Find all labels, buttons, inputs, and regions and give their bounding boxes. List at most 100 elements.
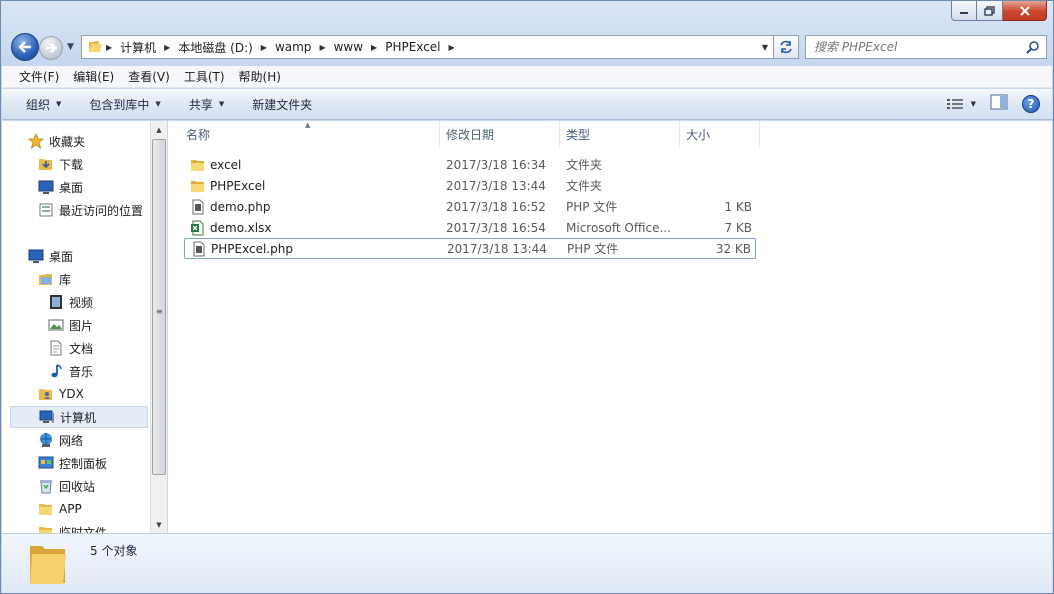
scroll-down-button[interactable]: ▼ [151,516,167,533]
close-button[interactable] [1003,1,1047,21]
breadcrumb-computer[interactable]: 计算机 [114,36,162,58]
recent-places-icon [38,202,54,218]
file-row-focused[interactable]: PHPExcel.php 2017/3/18 13:44 PHP 文件 32 K… [184,238,756,259]
view-controls: ▼ ? [946,94,1040,113]
minimize-button[interactable] [951,1,977,21]
new-folder-button[interactable]: 新建文件夹 [242,96,322,113]
nav-library-label: 库 [59,272,72,287]
file-row[interactable]: excel 2017/3/18 16:34 文件夹 [184,154,756,175]
file-name: demo.php [210,199,271,214]
include-in-library-button[interactable]: 包含到库中 ▼ [79,96,170,113]
nav-recycle-bin[interactable]: 回收站 [38,475,95,497]
scroll-up-button[interactable]: ▲ [151,121,167,138]
desktop-icon [28,248,44,264]
search-input[interactable] [814,40,1019,54]
breadcrumb-phpexcel[interactable]: PHPExcel [379,36,446,58]
menu-edit[interactable]: 编辑(E) [66,68,121,85]
nav-music-label: 音乐 [69,364,94,379]
caption-buttons [951,1,1047,21]
file-name-cell: PHPExcel [190,178,265,194]
nav-ydx[interactable]: YDX [38,383,84,405]
nav-documents[interactable]: 文档 [48,337,93,359]
refresh-button[interactable] [773,35,799,59]
details-pane: 5 个对象 [2,533,1052,593]
breadcrumb-drive-d[interactable]: 本地磁盘 (D:) [172,36,258,58]
column-size[interactable]: 大小 [680,121,760,147]
address-history-dropdown[interactable]: ▼ [756,36,774,58]
nav-temp-files[interactable]: 临时文件 [38,521,107,533]
column-size-label: 大小 [686,127,711,142]
breadcrumb-separator[interactable]: ▶ [317,43,327,52]
nav-app[interactable]: APP [38,498,82,520]
nav-control-panel[interactable]: 控制面板 [38,452,107,474]
breadcrumb-www[interactable]: www [328,36,369,58]
nav-favorites[interactable]: 收藏夹 [28,130,85,152]
address-row: ▼ ▶ 计算机 ▶ 本地磁盘 (D:) ▶ wamp ▶ www ▶ PHPEx… [9,32,1047,62]
file-size: 1 KB [724,199,752,214]
scroll-thumb[interactable]: ≡ [152,139,166,475]
include-in-library-label: 包含到库中 [89,97,150,112]
nav-computer[interactable]: 计算机 [10,406,148,428]
column-type-label: 类型 [566,127,591,142]
column-date-label: 修改日期 [446,127,495,142]
file-row[interactable]: demo.xlsx 2017/3/18 16:54 Microsoft Offi… [184,217,756,238]
back-button[interactable] [11,33,39,61]
nav-network-label: 网络 [59,433,84,448]
search-box[interactable] [805,35,1047,59]
breadcrumb-separator[interactable]: ▶ [447,43,457,52]
recent-pages-dropdown[interactable]: ▼ [67,42,74,52]
file-row[interactable]: PHPExcel 2017/3/18 13:44 文件夹 [184,175,756,196]
change-view-button[interactable]: ▼ [946,98,976,110]
breadcrumb-wamp[interactable]: wamp [269,36,317,58]
chevron-down-icon: ▼ [155,100,161,108]
nav-library[interactable]: 库 [38,268,71,290]
nav-recycle-bin-label: 回收站 [59,479,96,494]
nav-pictures[interactable]: 图片 [48,314,93,336]
share-button[interactable]: 共享 ▼ [179,96,234,113]
breadcrumb-separator[interactable]: ▶ [369,43,379,52]
explorer-window: ▼ ▶ 计算机 ▶ 本地磁盘 (D:) ▶ wamp ▶ www ▶ PHPEx… [0,0,1054,594]
folder-icon [38,501,54,517]
nav-temp-files-label: 临时文件 [59,525,108,534]
column-name-label: 名称 [186,127,211,142]
breadcrumb-separator[interactable]: ▶ [162,43,172,52]
nav-music[interactable]: 音乐 [48,360,93,382]
column-date[interactable]: 修改日期 [440,121,560,147]
column-name[interactable]: 名称 [180,121,440,147]
nav-desktop[interactable]: 桌面 [28,245,73,267]
organize-button[interactable]: 组织 ▼ [16,96,71,113]
nav-network[interactable]: 网络 [38,429,83,451]
php-file-icon [190,199,206,215]
menu-view[interactable]: 查看(V) [121,68,177,85]
breadcrumb-separator[interactable]: ▶ [259,43,269,52]
star-icon [28,133,44,149]
nav-recent-places[interactable]: 最近访问的位置 [38,199,143,221]
forward-button[interactable] [39,36,63,60]
nav-ydx-label: YDX [59,387,84,401]
menu-tools[interactable]: 工具(T) [177,68,232,85]
file-type: PHP 文件 [567,242,619,256]
address-bar[interactable]: ▶ 计算机 ▶ 本地磁盘 (D:) ▶ wamp ▶ www ▶ PHPExce… [81,35,777,59]
file-row[interactable]: demo.php 2017/3/18 16:52 PHP 文件 1 KB [184,196,756,217]
search-icon[interactable] [1026,40,1040,57]
network-icon [38,432,54,448]
picture-icon [48,317,64,333]
file-date: 2017/3/18 16:54 [446,220,546,235]
menu-help[interactable]: 帮助(H) [232,68,288,85]
arrow-left-icon [18,41,31,53]
menu-file[interactable]: 文件(F) [12,68,66,85]
excel-file-icon [190,220,206,236]
user-folder-icon [38,386,54,402]
help-icon[interactable]: ? [1022,94,1040,113]
downloads-folder-icon [38,156,54,172]
column-type[interactable]: 类型 [560,121,680,147]
file-type: PHP 文件 [566,200,618,214]
arrow-right-icon [46,43,57,53]
navigation-scrollbar[interactable]: ▲ ≡ ▼ [150,121,167,533]
breadcrumb-separator[interactable]: ▶ [104,43,114,52]
nav-videos[interactable]: 视频 [48,291,93,313]
nav-fav-desktop[interactable]: 桌面 [38,176,83,198]
nav-downloads[interactable]: 下载 [38,153,83,175]
preview-pane-button[interactable] [990,94,1008,113]
maximize-button[interactable] [977,1,1003,21]
